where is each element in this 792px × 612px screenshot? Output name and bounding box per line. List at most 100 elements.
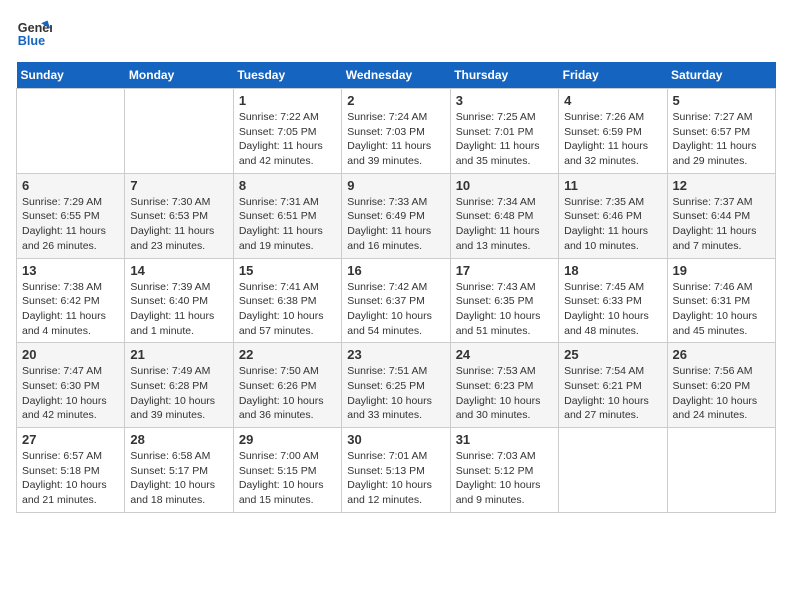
day-number: 22 xyxy=(239,347,336,362)
day-number: 12 xyxy=(673,178,770,193)
calendar-cell: 5 Sunrise: 7:27 AM Sunset: 6:57 PM Daylig… xyxy=(667,89,775,174)
day-info: Sunrise: 7:26 AM Sunset: 6:59 PM Dayligh… xyxy=(564,110,661,169)
day-info: Sunrise: 7:41 AM Sunset: 6:38 PM Dayligh… xyxy=(239,280,336,339)
day-number: 18 xyxy=(564,263,661,278)
calendar-cell: 31Sunrise: 7:03 AM Sunset: 5:12 PM Dayli… xyxy=(450,428,558,513)
logo: General Blue xyxy=(16,16,52,52)
day-number: 16 xyxy=(347,263,444,278)
day-info: Sunrise: 7:53 AM Sunset: 6:23 PM Dayligh… xyxy=(456,364,553,423)
calendar-cell: 8 Sunrise: 7:31 AM Sunset: 6:51 PM Daylig… xyxy=(233,173,341,258)
calendar-cell: 24 Sunrise: 7:53 AM Sunset: 6:23 PM Dayli… xyxy=(450,343,558,428)
day-info: Sunrise: 7:42 AM Sunset: 6:37 PM Dayligh… xyxy=(347,280,444,339)
day-info: Sunrise: 7:31 AM Sunset: 6:51 PM Dayligh… xyxy=(239,195,336,254)
calendar-cell: 20 Sunrise: 7:47 AM Sunset: 6:30 PM Dayli… xyxy=(17,343,125,428)
day-number: 17 xyxy=(456,263,553,278)
calendar-cell: 6 Sunrise: 7:29 AM Sunset: 6:55 PM Daylig… xyxy=(17,173,125,258)
day-number: 10 xyxy=(456,178,553,193)
day-info: Sunrise: 7:54 AM Sunset: 6:21 PM Dayligh… xyxy=(564,364,661,423)
weekday-header-friday: Friday xyxy=(559,62,667,89)
day-number: 26 xyxy=(673,347,770,362)
calendar-cell: 4 Sunrise: 7:26 AM Sunset: 6:59 PM Daylig… xyxy=(559,89,667,174)
day-number: 7 xyxy=(130,178,227,193)
calendar-cell: 28Sunrise: 6:58 AM Sunset: 5:17 PM Dayli… xyxy=(125,428,233,513)
day-number: 29 xyxy=(239,432,336,447)
day-number: 3 xyxy=(456,93,553,108)
calendar-cell xyxy=(559,428,667,513)
day-number: 1 xyxy=(239,93,336,108)
calendar-cell: 7 Sunrise: 7:30 AM Sunset: 6:53 PM Daylig… xyxy=(125,173,233,258)
day-info: Sunrise: 7:01 AM Sunset: 5:13 PM Dayligh… xyxy=(347,449,444,508)
weekday-header-tuesday: Tuesday xyxy=(233,62,341,89)
day-info: Sunrise: 7:45 AM Sunset: 6:33 PM Dayligh… xyxy=(564,280,661,339)
day-info: Sunrise: 7:49 AM Sunset: 6:28 PM Dayligh… xyxy=(130,364,227,423)
calendar-cell: 15 Sunrise: 7:41 AM Sunset: 6:38 PM Dayli… xyxy=(233,258,341,343)
calendar-cell: 12 Sunrise: 7:37 AM Sunset: 6:44 PM Dayli… xyxy=(667,173,775,258)
calendar-cell: 18 Sunrise: 7:45 AM Sunset: 6:33 PM Dayli… xyxy=(559,258,667,343)
day-info: Sunrise: 7:39 AM Sunset: 6:40 PM Dayligh… xyxy=(130,280,227,339)
calendar-cell: 22Sunrise: 7:50 AM Sunset: 6:26 PM Dayli… xyxy=(233,343,341,428)
calendar-cell: 1 Sunrise: 7:22 AM Sunset: 7:05 PM Daylig… xyxy=(233,89,341,174)
day-number: 20 xyxy=(22,347,119,362)
weekday-header-monday: Monday xyxy=(125,62,233,89)
day-info: Sunrise: 7:34 AM Sunset: 6:48 PM Dayligh… xyxy=(456,195,553,254)
day-info: Sunrise: 7:35 AM Sunset: 6:46 PM Dayligh… xyxy=(564,195,661,254)
day-info: Sunrise: 7:27 AM Sunset: 6:57 PM Dayligh… xyxy=(673,110,770,169)
day-number: 9 xyxy=(347,178,444,193)
weekday-header-wednesday: Wednesday xyxy=(342,62,450,89)
day-number: 6 xyxy=(22,178,119,193)
svg-text:Blue: Blue xyxy=(18,34,45,48)
day-number: 2 xyxy=(347,93,444,108)
calendar-cell: 25 Sunrise: 7:54 AM Sunset: 6:21 PM Dayli… xyxy=(559,343,667,428)
day-info: Sunrise: 7:33 AM Sunset: 6:49 PM Dayligh… xyxy=(347,195,444,254)
calendar-cell xyxy=(667,428,775,513)
day-info: Sunrise: 7:22 AM Sunset: 7:05 PM Dayligh… xyxy=(239,110,336,169)
calendar-cell: 14 Sunrise: 7:39 AM Sunset: 6:40 PM Dayli… xyxy=(125,258,233,343)
page-header: General Blue xyxy=(16,16,776,52)
day-info: Sunrise: 7:30 AM Sunset: 6:53 PM Dayligh… xyxy=(130,195,227,254)
calendar-cell: 23 Sunrise: 7:51 AM Sunset: 6:25 PM Dayli… xyxy=(342,343,450,428)
day-info: Sunrise: 7:47 AM Sunset: 6:30 PM Dayligh… xyxy=(22,364,119,423)
day-number: 5 xyxy=(673,93,770,108)
day-info: Sunrise: 7:51 AM Sunset: 6:25 PM Dayligh… xyxy=(347,364,444,423)
calendar-cell: 30 Sunrise: 7:01 AM Sunset: 5:13 PM Dayli… xyxy=(342,428,450,513)
day-number: 8 xyxy=(239,178,336,193)
day-number: 11 xyxy=(564,178,661,193)
day-info: Sunrise: 7:00 AM Sunset: 5:15 PM Dayligh… xyxy=(239,449,336,508)
weekday-header-thursday: Thursday xyxy=(450,62,558,89)
day-info: Sunrise: 7:24 AM Sunset: 7:03 PM Dayligh… xyxy=(347,110,444,169)
day-number: 4 xyxy=(564,93,661,108)
logo-icon: General Blue xyxy=(16,16,52,52)
calendar-cell: 2 Sunrise: 7:24 AM Sunset: 7:03 PM Daylig… xyxy=(342,89,450,174)
day-info: Sunrise: 7:38 AM Sunset: 6:42 PM Dayligh… xyxy=(22,280,119,339)
day-info: Sunrise: 7:46 AM Sunset: 6:31 PM Dayligh… xyxy=(673,280,770,339)
day-number: 14 xyxy=(130,263,227,278)
calendar-cell: 9 Sunrise: 7:33 AM Sunset: 6:49 PM Daylig… xyxy=(342,173,450,258)
day-info: Sunrise: 7:03 AM Sunset: 5:12 PM Dayligh… xyxy=(456,449,553,508)
day-number: 30 xyxy=(347,432,444,447)
calendar-cell: 21 Sunrise: 7:49 AM Sunset: 6:28 PM Dayli… xyxy=(125,343,233,428)
day-info: Sunrise: 7:43 AM Sunset: 6:35 PM Dayligh… xyxy=(456,280,553,339)
day-number: 15 xyxy=(239,263,336,278)
day-number: 21 xyxy=(130,347,227,362)
calendar-cell: 10 Sunrise: 7:34 AM Sunset: 6:48 PM Dayli… xyxy=(450,173,558,258)
day-number: 23 xyxy=(347,347,444,362)
weekday-header-sunday: Sunday xyxy=(17,62,125,89)
day-number: 27 xyxy=(22,432,119,447)
day-number: 19 xyxy=(673,263,770,278)
calendar-cell: 19 Sunrise: 7:46 AM Sunset: 6:31 PM Dayli… xyxy=(667,258,775,343)
day-number: 28 xyxy=(130,432,227,447)
day-info: Sunrise: 7:29 AM Sunset: 6:55 PM Dayligh… xyxy=(22,195,119,254)
calendar-cell xyxy=(17,89,125,174)
calendar-cell: 16 Sunrise: 7:42 AM Sunset: 6:37 PM Dayli… xyxy=(342,258,450,343)
calendar-cell xyxy=(125,89,233,174)
day-number: 25 xyxy=(564,347,661,362)
day-info: Sunrise: 6:57 AM Sunset: 5:18 PM Dayligh… xyxy=(22,449,119,508)
day-number: 24 xyxy=(456,347,553,362)
calendar-cell: 3 Sunrise: 7:25 AM Sunset: 7:01 PM Daylig… xyxy=(450,89,558,174)
calendar-cell: 11 Sunrise: 7:35 AM Sunset: 6:46 PM Dayli… xyxy=(559,173,667,258)
day-info: Sunrise: 7:37 AM Sunset: 6:44 PM Dayligh… xyxy=(673,195,770,254)
day-info: Sunrise: 7:25 AM Sunset: 7:01 PM Dayligh… xyxy=(456,110,553,169)
calendar-table: SundayMondayTuesdayWednesdayThursdayFrid… xyxy=(16,62,776,513)
day-info: Sunrise: 7:56 AM Sunset: 6:20 PM Dayligh… xyxy=(673,364,770,423)
calendar-cell: 26 Sunrise: 7:56 AM Sunset: 6:20 PM Dayli… xyxy=(667,343,775,428)
